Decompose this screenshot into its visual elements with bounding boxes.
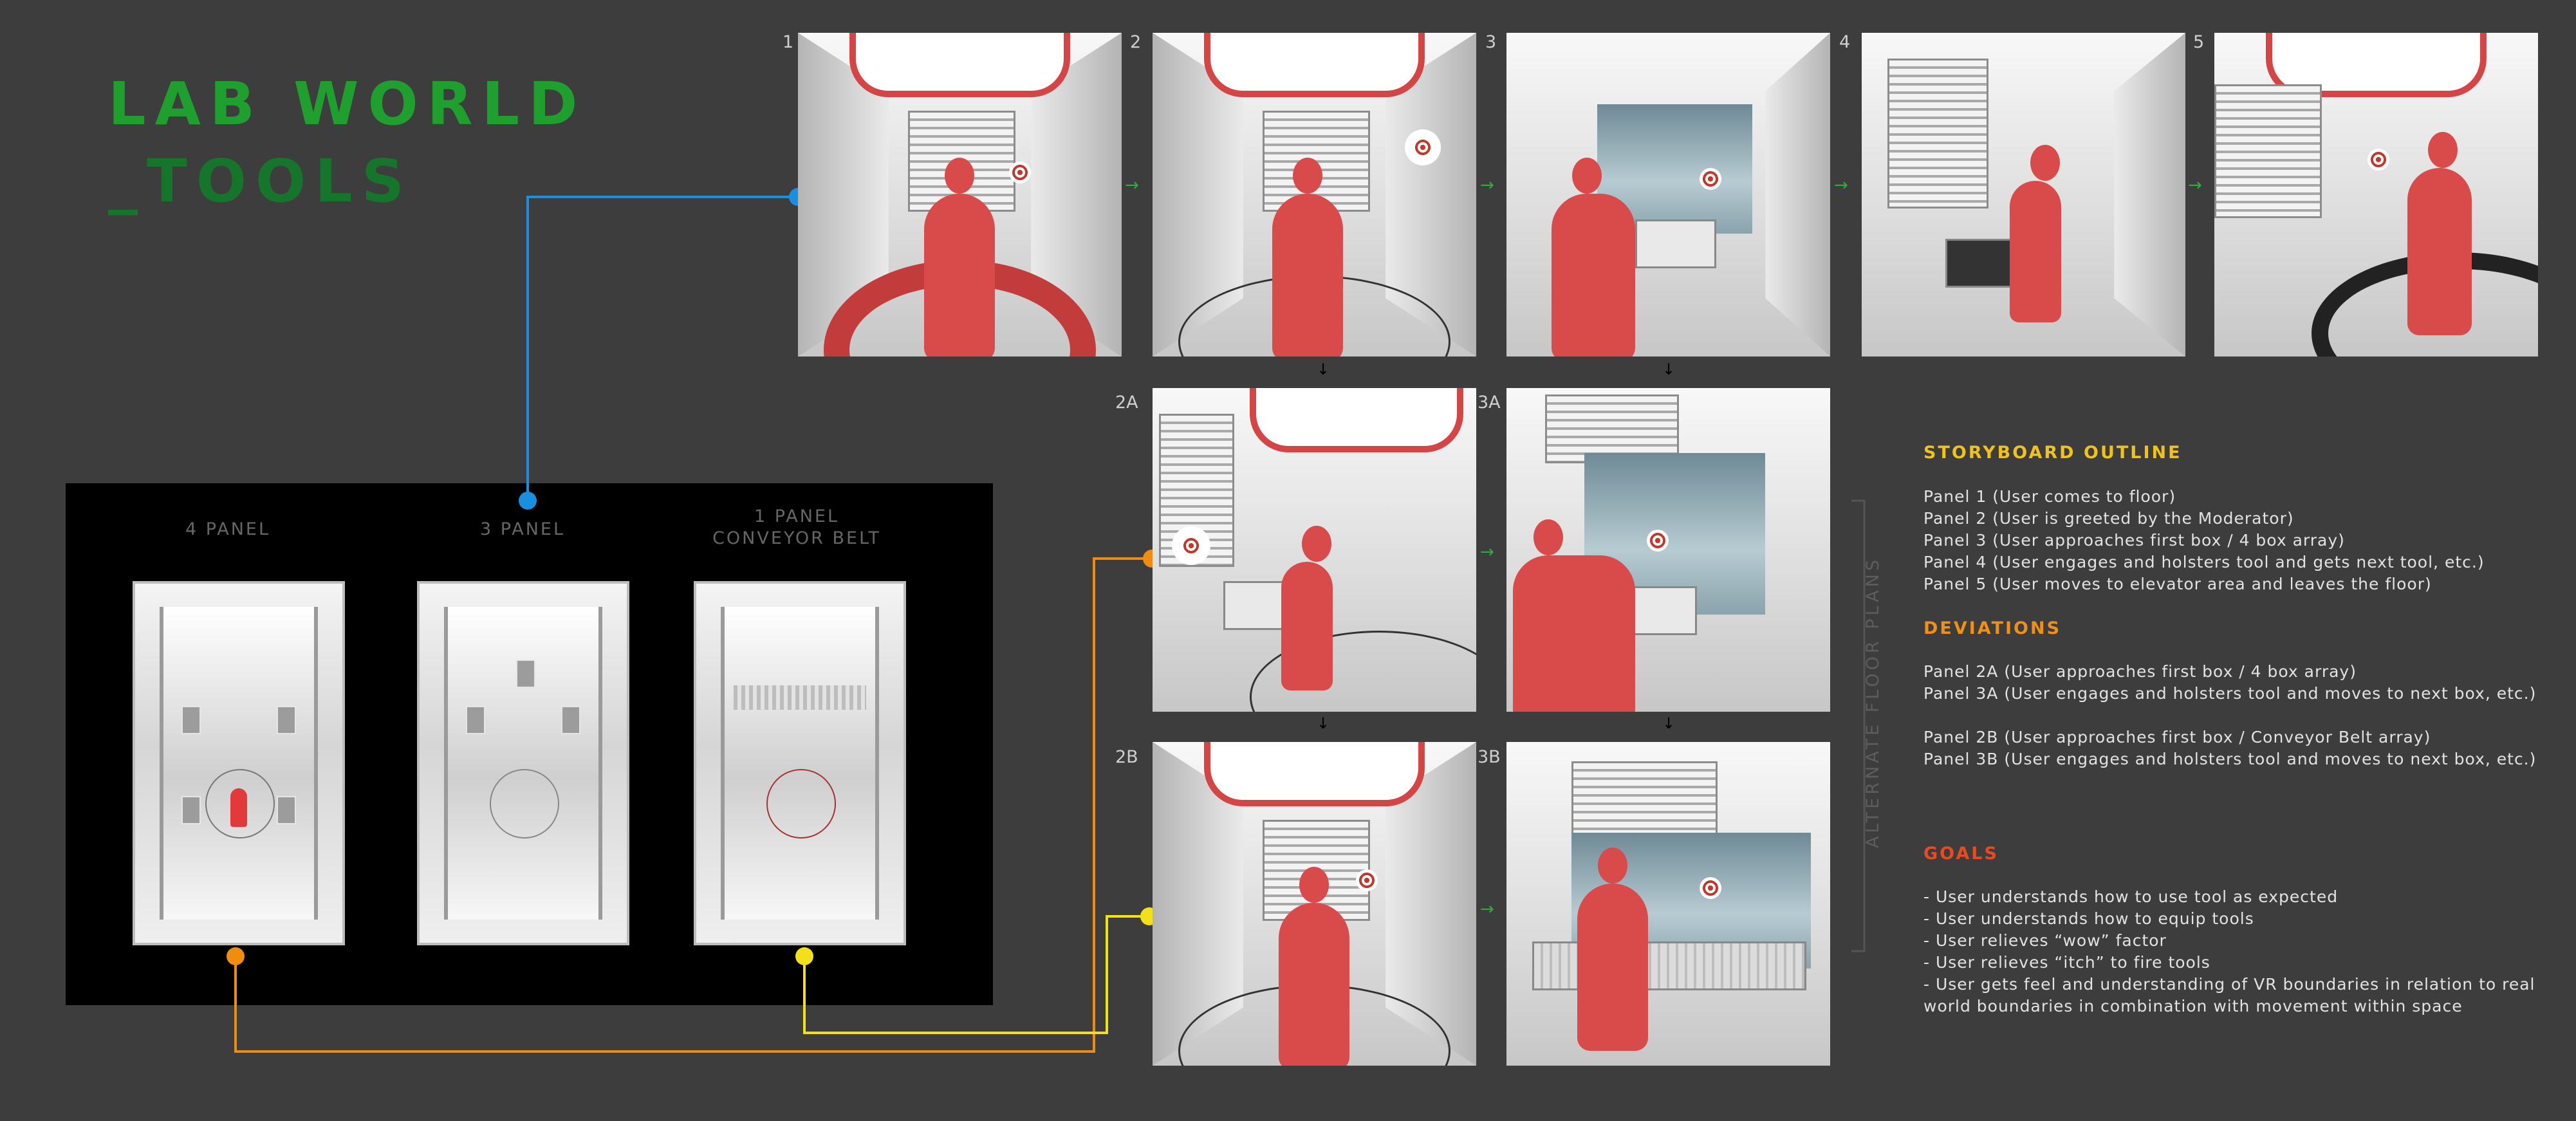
arrow-right-icon: →	[2188, 176, 2202, 195]
outline-line: Panel 2 (User is greeted by the Moderato…	[1923, 509, 2294, 528]
arrow-right-icon: →	[1125, 176, 1139, 195]
connector-dot-yellow	[795, 947, 813, 965]
target-icon	[1700, 168, 1721, 190]
arrow-right-icon: →	[1480, 900, 1494, 919]
outline-line: Panel 3 (User approaches first box / 4 b…	[1923, 531, 2345, 550]
panel-number: 3B	[1478, 747, 1501, 767]
alternate-floor-plans-label: ALTERNATE FLOOR PLANS	[1863, 556, 1883, 848]
deviations-heading: DEVIATIONS	[1923, 618, 2062, 638]
storyboard-panel-3a	[1506, 388, 1830, 712]
moderator-icon	[1405, 129, 1441, 165]
arrow-right-icon: →	[1834, 176, 1848, 195]
panel-number: 5	[2193, 32, 2205, 52]
storyboard-panel-3	[1506, 33, 1830, 357]
storyboard-panel-2b	[1153, 742, 1476, 1066]
connector-blue	[526, 196, 798, 501]
arrow-down-icon: ↓	[1662, 714, 1676, 732]
user-figure	[1281, 526, 1333, 690]
panel-number: 3A	[1478, 393, 1501, 412]
deviation-line: Panel 2B (User approaches first box / Co…	[1923, 728, 2431, 746]
panel-number: 2	[1130, 32, 1142, 52]
tool-box	[1635, 219, 1716, 268]
storyboard-panel-2	[1153, 33, 1476, 357]
panel-number: 2B	[1115, 747, 1138, 767]
goal-line: - User understands how to use tool as ex…	[1923, 887, 2339, 906]
user-figure	[1513, 519, 1635, 712]
user-figure	[1552, 158, 1635, 357]
panel-number: 4	[1839, 32, 1851, 52]
deviation-line: Panel 3A (User engages and holsters tool…	[1923, 684, 2537, 703]
storyboard-panel-1	[798, 33, 1122, 357]
outline-line: Panel 1 (User comes to floor)	[1923, 487, 2176, 506]
goal-line: - User understands how to equip tools	[1923, 909, 2254, 928]
user-figure	[1279, 867, 1349, 1066]
arrow-down-icon: ↓	[1317, 714, 1330, 732]
goal-line: - User relieves “wow” factor	[1923, 931, 2167, 950]
storyboard-panel-3b	[1506, 742, 1830, 1066]
user-figure	[924, 158, 995, 357]
arrow-right-icon: →	[1480, 542, 1494, 562]
user-figure	[2010, 145, 2061, 322]
connector-dot-blue	[519, 492, 537, 510]
panel-number: 1	[783, 32, 794, 52]
target-icon	[1647, 530, 1669, 551]
deviation-line: Panel 3B (User engages and holsters tool…	[1923, 750, 2537, 768]
connector-yellow	[803, 915, 1149, 1034]
storyboard-outline-heading: STORYBOARD OUTLINE	[1923, 443, 2182, 463]
panel-number: 3	[1485, 32, 1497, 52]
goals-heading: GOALS	[1923, 844, 1999, 864]
target-icon	[1700, 877, 1721, 899]
outline-line: Panel 5 (User moves to elevator area and…	[1923, 575, 2432, 593]
arrow-down-icon: ↓	[1317, 360, 1330, 378]
user-figure	[2407, 132, 2472, 335]
storyboard-panel-5	[2214, 33, 2538, 357]
storyboard-panel-2a	[1153, 388, 1476, 712]
arrow-right-icon: →	[1480, 176, 1494, 195]
user-figure	[1577, 848, 1648, 1051]
target-icon	[1172, 526, 1210, 565]
goal-line: - User gets feel and understanding of VR…	[1923, 975, 2535, 994]
target-icon	[1009, 162, 1031, 183]
outline-line: Panel 4 (User engages and holsters tool …	[1923, 553, 2485, 571]
target-icon	[2368, 149, 2389, 171]
connector-dot-orange	[227, 947, 245, 965]
arrow-down-icon: ↓	[1662, 360, 1676, 378]
target-icon	[1356, 869, 1378, 891]
storyboard-panel-4	[1862, 33, 2185, 357]
deviation-line: Panel 2A (User approaches first box / 4 …	[1923, 662, 2357, 681]
conveyor-belt	[1532, 941, 1806, 990]
panel-number: 2A	[1115, 393, 1138, 412]
goal-line: world boundaries in combination with mov…	[1923, 997, 2463, 1015]
user-figure	[1272, 158, 1343, 357]
connector-orange	[234, 557, 1152, 1053]
alternate-bracket	[1851, 499, 1866, 952]
goal-line: - User relieves “itch” to fire tools	[1923, 953, 2210, 972]
